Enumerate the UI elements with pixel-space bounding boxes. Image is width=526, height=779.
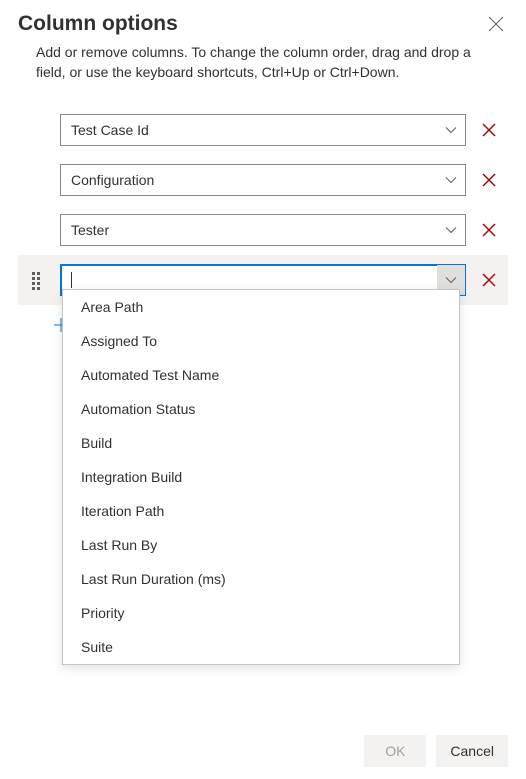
- chevron-down-icon: [445, 124, 457, 136]
- dropdown-item[interactable]: Suite: [63, 630, 459, 664]
- column-row[interactable]: Configuration: [18, 155, 508, 205]
- column-combobox[interactable]: Configuration: [60, 164, 466, 196]
- dropdown-item[interactable]: Last Run Duration (ms): [63, 562, 459, 596]
- remove-column-button[interactable]: [478, 169, 500, 191]
- dropdown-item[interactable]: Assigned To: [63, 324, 459, 358]
- remove-icon: [481, 222, 497, 238]
- remove-icon: [481, 272, 497, 288]
- dropdown-item[interactable]: Build: [63, 426, 459, 460]
- remove-column-button[interactable]: [478, 219, 500, 241]
- chevron-down-icon: [445, 224, 457, 236]
- cancel-button[interactable]: Cancel: [436, 735, 508, 767]
- column-combobox-value: Configuration: [61, 172, 437, 188]
- chevron-down-icon: [445, 174, 457, 186]
- column-combobox-value: Test Case Id: [61, 122, 437, 138]
- column-dropdown-list[interactable]: Area Path Assigned To Automated Test Nam…: [62, 289, 460, 665]
- dropdown-item[interactable]: Automated Test Name: [63, 358, 459, 392]
- remove-icon: [481, 172, 497, 188]
- column-row[interactable]: Test Case Id: [18, 105, 508, 155]
- dropdown-item[interactable]: Iteration Path: [63, 494, 459, 528]
- column-options-dialog: Column options Add or remove columns. To…: [0, 0, 526, 779]
- dialog-footer: OK Cancel: [364, 735, 508, 767]
- dropdown-item[interactable]: Integration Build: [63, 460, 459, 494]
- drag-handle[interactable]: [32, 272, 42, 288]
- close-icon: [488, 16, 504, 32]
- remove-column-button[interactable]: [478, 269, 500, 291]
- text-cursor: [71, 272, 72, 288]
- chevron-down-icon: [445, 274, 457, 286]
- dropdown-item[interactable]: Automation Status: [63, 392, 459, 426]
- dropdown-item[interactable]: Priority: [63, 596, 459, 630]
- combobox-caret-button[interactable]: [437, 215, 465, 245]
- dropdown-item[interactable]: Last Run By: [63, 528, 459, 562]
- combobox-caret-button[interactable]: [437, 165, 465, 195]
- column-row[interactable]: Tester: [18, 205, 508, 255]
- dropdown-item[interactable]: Area Path: [63, 290, 459, 324]
- combobox-caret-button[interactable]: [437, 115, 465, 145]
- remove-icon: [481, 122, 497, 138]
- close-button[interactable]: [484, 12, 508, 36]
- column-combobox[interactable]: Tester: [60, 214, 466, 246]
- column-combobox-value: Tester: [61, 222, 437, 238]
- ok-button[interactable]: OK: [364, 735, 426, 767]
- drag-slot: [24, 272, 50, 288]
- remove-column-button[interactable]: [478, 119, 500, 141]
- column-combobox[interactable]: Test Case Id: [60, 114, 466, 146]
- dialog-subtitle: Add or remove columns. To change the col…: [36, 42, 508, 83]
- dialog-header: Column options: [18, 12, 508, 36]
- dialog-title: Column options: [18, 12, 178, 36]
